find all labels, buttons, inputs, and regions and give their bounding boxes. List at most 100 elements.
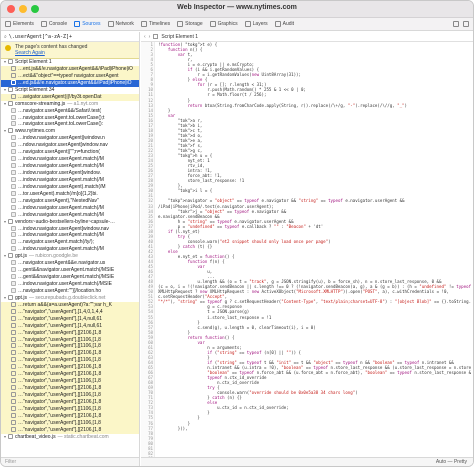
- result-group-header[interactable]: ▾ www.nytimes.com: [1, 128, 139, 135]
- search-result-item[interactable]: …"navigator","userAgent"],[[1106,[1,8: [1, 419, 139, 427]
- search-result-item[interactable]: …"navigator","userAgent"],[[2106,[1,8: [1, 412, 139, 420]
- search-result-item[interactable]: …"navigator","userAgent"],[1,4,null,61: [1, 322, 139, 330]
- tab-network[interactable]: Network: [107, 21, 134, 27]
- tab-elements[interactable]: Elements: [5, 21, 34, 27]
- breadcrumb[interactable]: Script Element 1: [161, 34, 198, 40]
- back-arrow-icon[interactable]: ‹: [144, 34, 146, 40]
- result-text: …navigator.userAgent&&/Safari/.test(: [18, 107, 102, 114]
- tab-label: Layers: [252, 21, 268, 27]
- result-text: …navigator.userAgent.toLowerCase():: [18, 121, 104, 128]
- search-result-item[interactable]: …indow.navigator.userAgent.match(/M: [1, 163, 139, 170]
- search-result-item[interactable]: …"navigator","userAgent"],[[1106,[1,8: [1, 336, 139, 344]
- search-result-item[interactable]: …"navigator","userAgent"],[[2106,[1,8: [1, 398, 139, 406]
- search-result-item[interactable]: …navigator.userAgent:""}]/location.ho: [1, 287, 139, 295]
- search-result-item[interactable]: …indow.navigator.userAgent||window.n: [1, 135, 139, 142]
- tab-console[interactable]: Console: [40, 21, 67, 27]
- search-result-item[interactable]: …"navigator","userAgent"],[[2106,[1,8: [1, 426, 139, 434]
- search-result-item[interactable]: …indow.navigator.userAgent.match(/M: [1, 211, 139, 219]
- search-result-item[interactable]: …"navigator","userAgent"],[1,4,null,61: [1, 315, 139, 323]
- tab-timelines[interactable]: Timelines: [140, 21, 171, 27]
- search-result-item[interactable]: …navigator.userAgent&&e.navigator.us: [1, 260, 139, 267]
- settings-icon[interactable]: [463, 21, 469, 27]
- search-result-item[interactable]: …ent.js&&!e.navigator.userAgent&&/iPad|i…: [1, 65, 139, 73]
- result-text: …navigator.userAgent&&e.navigator.us: [18, 260, 106, 267]
- match-icon: [11, 281, 16, 286]
- match-icon: [11, 156, 16, 162]
- result-text: …tor.userAgent).match(/m[o]{1,2}bi.: [18, 190, 98, 197]
- tab-sources[interactable]: Sources: [74, 21, 101, 27]
- match-icon: [11, 378, 16, 384]
- tab-graphics[interactable]: Graphics: [209, 21, 238, 27]
- code-view[interactable]: 1 2 3 4 5 6 7 8 9 10 11 12 13 14 15 16 17 18 19 20 21 22 23 24 2…: [141, 42, 473, 457]
- search-result-item[interactable]: …indow.navigator.userAgent[window.: [1, 170, 139, 177]
- search-icon: ⌕: [4, 33, 7, 40]
- result-group-header[interactable]: ▾ comscore-streaming.js — a1.nyt.com: [1, 100, 139, 108]
- result-group-header[interactable]: ▾ vendors~audio-bestsellers-byline~capsul…: [1, 218, 139, 226]
- match-icon: [11, 135, 16, 141]
- result-text: …"navigator","userAgent"],[[1106,[1,8: [18, 419, 101, 426]
- search-result-item[interactable]: …ndow.navigator.userAgent[window.nav: [1, 142, 139, 149]
- search-result-item[interactable]: …"navigator","userAgent"],[[2106,[1,8: [1, 371, 139, 379]
- result-text: …"navigator","userAgent"],[[2106,[1,8: [18, 385, 102, 392]
- match-icon: [11, 149, 16, 155]
- result-group-header[interactable]: ▾ chartbeat_video.js — static.chartbeat.co…: [1, 433, 139, 441]
- match-icon: [11, 163, 16, 169]
- result-group-header[interactable]: ▾ Script Element 1: [1, 59, 139, 66]
- filter-field[interactable]: Filter: [1, 457, 139, 466]
- search-result-item[interactable]: …"navigator","userAgent"],[1,4,0,1,4,4: [1, 308, 139, 316]
- search-result-item[interactable]: …gent&&navigator.userAgent.match(/MSIE: [1, 274, 139, 281]
- search-result-item[interactable]: …indow.navigator.userAgent).match(/M: [1, 183, 139, 191]
- result-origin: — rubicon.goodgle.be: [28, 253, 78, 260]
- result-text: …ed.js&&!e.navigator.userAgent&&/iPad|iP…: [18, 79, 132, 86]
- search-result-item[interactable]: …ect&&"object"==typeof navigator.userAge…: [1, 72, 139, 80]
- tab-label: Graphics: [217, 21, 238, 27]
- tab-label: Timelines: [148, 21, 171, 27]
- search-result-item[interactable]: …"navigator","userAgent"],[[1106,[1,8: [1, 392, 139, 399]
- search-result-item[interactable]: …indow.navigator.userAgent.match(/M: [1, 232, 139, 239]
- result-text: www.nytimes.com: [15, 128, 56, 135]
- search-result-item[interactable]: …indow.navigator.userAgent.match(/M: [1, 246, 139, 253]
- forward-arrow-icon[interactable]: ›: [149, 34, 151, 40]
- search-result-item[interactable]: …"navigator","userAgent"],[[1106,[1,8: [1, 378, 139, 386]
- search-result-item[interactable]: …navigator.userAgent.match(/ty/);: [1, 239, 139, 246]
- search-result-item[interactable]: …"navigator","userAgent"],[[1106,[1,8: [1, 357, 139, 365]
- search-result-item[interactable]: …"navigator","userAgent"],[[2106,[1,8: [1, 385, 139, 392]
- search-result-item[interactable]: …"navigator","userAgent"],[[1106,[1,8: [1, 405, 139, 413]
- dock-icon[interactable]: [453, 21, 459, 27]
- search-result-item[interactable]: …indow.navigator.userAgent.match(/M: [1, 204, 139, 212]
- result-group-header[interactable]: ▾ gpt.js — rubicon.goodgle.be: [1, 253, 139, 260]
- search-result-item[interactable]: …"navigator","userAgent"],[[1106,[1,8: [1, 343, 139, 351]
- search-field[interactable]: ⌕ \.userAgent[^a-zA-Z]+: [1, 32, 139, 42]
- search-result-item[interactable]: …indow.navigator.userAgent.match(/M: [1, 156, 139, 163]
- search-result-item[interactable]: …"navigator","userAgent"],[[2106,[1,8: [1, 350, 139, 358]
- search-result-item[interactable]: …navigator.userAgent.toLowerCase():: [1, 121, 139, 128]
- search-result-item[interactable]: …navigator.userAgent.toLowerCase();t: [1, 114, 139, 122]
- match-icon: [11, 72, 16, 78]
- search-result-item[interactable]: …ed.js&&!e.navigator.userAgent&&/iPad|iP…: [1, 79, 139, 87]
- search-result-item[interactable]: …indow.navigator.userAgent.match(/MSIE: [1, 281, 139, 288]
- result-text: …gent&&navigator.userAgent.match(/MSIE: [18, 274, 115, 281]
- search-result-item[interactable]: …avigator.userAgent)||!/by3t.openDat: [1, 93, 139, 101]
- tab-storage[interactable]: Storage: [177, 21, 203, 27]
- search-again-link[interactable]: Search Again: [15, 50, 136, 56]
- search-result-item[interactable]: …navigator.userAgent||"";n=function(: [1, 149, 139, 156]
- match-icon: [11, 350, 16, 356]
- search-result-item[interactable]: …tor.userAgent).match(/m[o]{1,2}bi.: [1, 190, 139, 198]
- search-result-item[interactable]: …indow.navigator.userAgent.match(/M: [1, 176, 139, 184]
- graphics-icon: [209, 21, 216, 27]
- search-result-item[interactable]: …return a&&(a=a.userAgent)?a:"";var h_K: [1, 301, 139, 309]
- tab-audit[interactable]: Audit: [274, 21, 294, 27]
- search-result-item[interactable]: …"navigator","userAgent"],[[2106,[1,8: [1, 364, 139, 372]
- tab-layers[interactable]: Layers: [244, 21, 268, 27]
- search-result-item[interactable]: …gent&&navigator.userAgent.match(/MSIE: [1, 267, 139, 274]
- search-result-item[interactable]: …navigator.userAgent),"NestedNav": [1, 197, 139, 205]
- search-result-item[interactable]: …navigator.userAgent&&/Safari/.test(: [1, 107, 139, 115]
- search-result-item[interactable]: …"navigator","userAgent"],[[2106,[1,8: [1, 329, 139, 337]
- result-group-header[interactable]: ▾ Script Element 34: [1, 86, 139, 94]
- result-group-header[interactable]: ▾ gpt.js — securepubads.g.doubleclick.net: [1, 294, 139, 302]
- script-file-icon: [8, 59, 13, 64]
- code-lines[interactable]: !function( "tokg">t e) { function n() { …: [158, 42, 471, 457]
- search-result-item[interactable]: …indow.navigator.userAgent[window.nav: [1, 225, 139, 233]
- format-status[interactable]: Auto — Pretty: [436, 459, 467, 465]
- match-icon: [11, 315, 16, 321]
